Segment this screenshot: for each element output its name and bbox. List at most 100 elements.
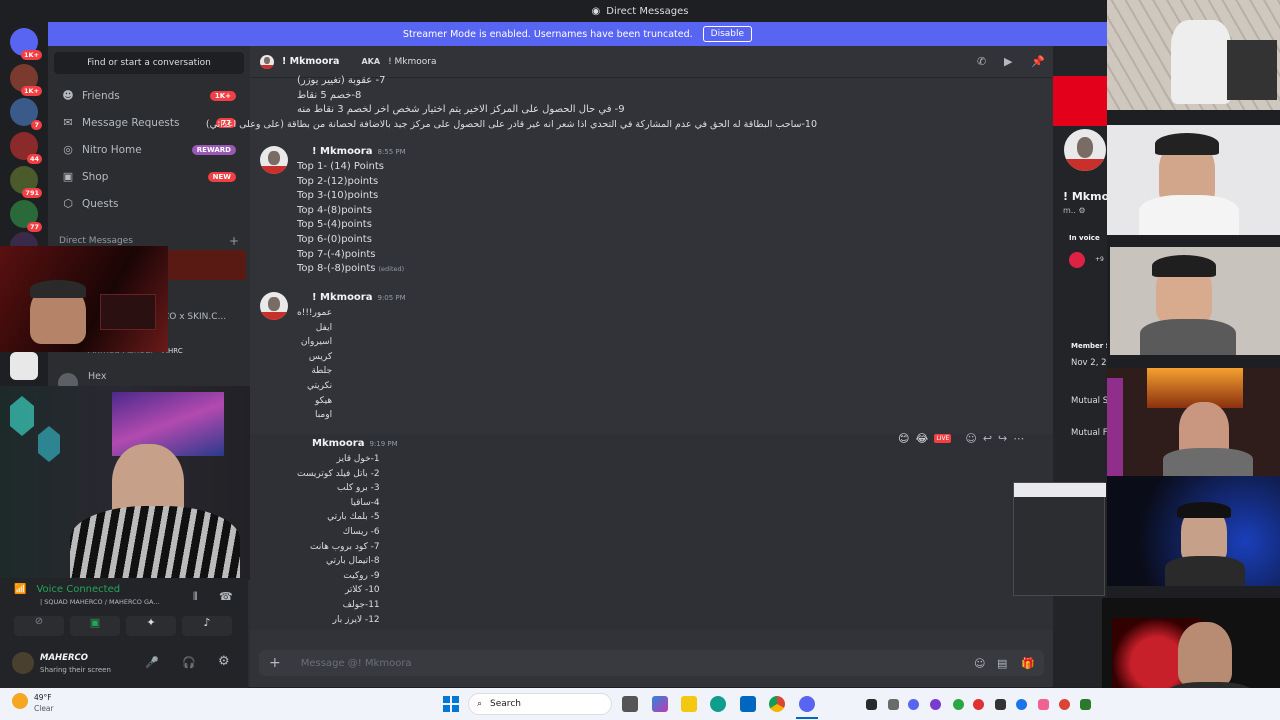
stream-preview[interactable] [1013, 482, 1106, 596]
server-icon[interactable]: 7 [10, 98, 42, 130]
avatar [260, 54, 274, 69]
emoji-icon[interactable]: ☺ [974, 657, 985, 670]
dm-list-item[interactable]: CO x SKIN.C... [163, 312, 226, 322]
call-icon[interactable]: ✆ [977, 55, 986, 68]
discord-taskbar-icon[interactable] [799, 696, 815, 712]
server-icon[interactable]: 791 [10, 166, 42, 198]
voice-channel[interactable]: | SQUAD MAHERCO / MAHERCO GA... [40, 598, 160, 606]
copilot-icon[interactable] [652, 696, 668, 712]
server-icon[interactable]: 1K+ [10, 64, 42, 96]
reply-icon[interactable]: ↩ [983, 432, 992, 445]
nav-label: Quests [82, 198, 119, 210]
tray-icon[interactable] [995, 699, 1006, 710]
tray-icon[interactable] [930, 699, 941, 710]
add-reaction-icon[interactable]: ☺ [965, 432, 976, 445]
nav-friends[interactable]: ☻ Friends 1K+ [54, 84, 244, 108]
server-badge: 1K+ [20, 86, 42, 96]
window-title: Direct Messages [606, 5, 689, 17]
author-name[interactable]: ! Mkmoora [312, 146, 372, 157]
tray-icon[interactable] [908, 699, 919, 710]
forward-icon[interactable]: ↪ [998, 432, 1007, 445]
message-line: Top 3-(10)points [297, 190, 379, 202]
windows-start-icon[interactable] [443, 696, 459, 712]
mutual-friends-button[interactable]: Mutual F [1071, 428, 1107, 438]
in-voice-label: In voice [1069, 234, 1100, 242]
weather-desc: Clear [34, 704, 54, 713]
file-explorer-icon[interactable] [681, 696, 697, 712]
sticker-icon[interactable]: ▤ [997, 657, 1007, 670]
home-button[interactable]: 1K+ [10, 28, 42, 60]
search-icon: ⌕ [477, 699, 483, 709]
microphone-icon[interactable]: 🎤 [145, 656, 159, 669]
server-icon[interactable]: 77 [10, 200, 42, 232]
user-name: MAHERCO [40, 653, 88, 663]
nav-badge: REWARD [191, 145, 236, 155]
activities-button[interactable]: ✦ [126, 616, 176, 636]
noise-suppression-icon[interactable]: ⫴ [193, 590, 198, 604]
gift-icon[interactable]: 🎁 [1021, 657, 1035, 670]
server-icon[interactable]: 44 [10, 132, 42, 164]
message-input-placeholder[interactable]: Message @! Mkmoora [301, 658, 412, 669]
tray-icon[interactable] [888, 699, 899, 710]
avatar[interactable] [12, 652, 34, 674]
task-view-icon[interactable] [622, 696, 638, 712]
message-line: 5- بلمك بارتي [327, 512, 380, 523]
tray-icon[interactable] [1038, 699, 1049, 710]
chat-area: ! Mkmoora AKA ! Mkmoora ✆ ▶ 📌 7- عقوبة (… [206, 46, 1053, 687]
video-call-icon[interactable]: ▶ [1004, 55, 1012, 68]
message-line: اومبا [314, 410, 333, 421]
dm-list-item[interactable]: Hex [88, 371, 106, 382]
headphones-icon[interactable]: 🎧 [182, 656, 196, 669]
nav-nitro-home[interactable]: ◎ Nitro Home REWARD [54, 138, 244, 162]
webcam-overlay [1107, 0, 1280, 110]
add-dm-icon[interactable]: + [229, 234, 239, 248]
tray-icon[interactable] [953, 699, 964, 710]
tray-icon[interactable] [1059, 699, 1070, 710]
message-line: 9- في حال الحصول على المركز الاخير يتم ا… [297, 104, 625, 116]
nav-quests[interactable]: ⬡ Quests [54, 192, 244, 216]
settings-gear-icon[interactable]: ⚙ [218, 654, 230, 669]
message-line: 10- كلاتر [344, 585, 380, 596]
message-actions: 😊 😂 LIVE ☺ ↩ ↪ ⋯ [898, 428, 1024, 448]
message-line: عمور!!!ه [297, 308, 333, 318]
taskbar-search[interactable]: ⌕ Search [468, 693, 612, 715]
edge-icon[interactable] [710, 696, 726, 712]
message-line: جلطة [311, 366, 333, 377]
dm-header-label: Direct Messages [59, 236, 133, 246]
author-name[interactable]: ! Mkmoora [312, 292, 372, 303]
chrome-icon[interactable] [769, 696, 785, 712]
mutual-servers-button[interactable]: Mutual S [1071, 396, 1107, 406]
add-attachment-icon[interactable]: + [269, 655, 281, 671]
reaction-emoji-icon[interactable]: 😂 [915, 432, 928, 445]
message-line: Top 4-(8)points [297, 204, 372, 216]
tray-icon[interactable] [1016, 699, 1027, 710]
message-line: 11-جولف [342, 599, 380, 610]
nav-badge: NEW [207, 172, 236, 182]
message-line: 2- باتل فيلد كوتريست [297, 468, 380, 479]
screen-share-button[interactable]: ▣ [70, 616, 120, 636]
camera-off-button[interactable]: ⊘ [14, 616, 64, 636]
nav-shop[interactable]: ▣ Shop NEW [54, 165, 244, 189]
pin-icon[interactable]: 📌 [1031, 55, 1045, 68]
more-options-icon[interactable]: ⋯ [1013, 432, 1024, 445]
server-badge: 44 [26, 154, 42, 164]
message-composer[interactable]: + Message @! Mkmoora ☺ ▤ 🎁 [259, 650, 1044, 676]
server-icon[interactable] [10, 352, 38, 380]
tray-icon[interactable] [1080, 699, 1091, 710]
server-badge: 77 [26, 222, 42, 232]
disable-button[interactable]: Disable [702, 26, 753, 42]
message-line: Top 6-(0)points [297, 233, 372, 245]
tray-icon[interactable] [866, 699, 877, 710]
nav-label: Shop [82, 171, 109, 183]
weather-temp[interactable]: 49°F [34, 693, 52, 702]
message-line: 12- لايرز بار [332, 614, 380, 625]
author-name[interactable]: Mkmoora [312, 438, 364, 449]
find-conversation-button[interactable]: Find or start a conversation [54, 52, 244, 74]
soundboard-button[interactable]: ♪ [182, 616, 232, 636]
avatar [1061, 126, 1107, 174]
reaction-emoji-icon[interactable]: 😊 [898, 432, 909, 445]
tray-icon[interactable] [973, 699, 984, 710]
store-icon[interactable] [740, 696, 756, 712]
live-icon[interactable]: LIVE [934, 433, 952, 443]
disconnect-icon[interactable]: ☎ [219, 590, 233, 603]
